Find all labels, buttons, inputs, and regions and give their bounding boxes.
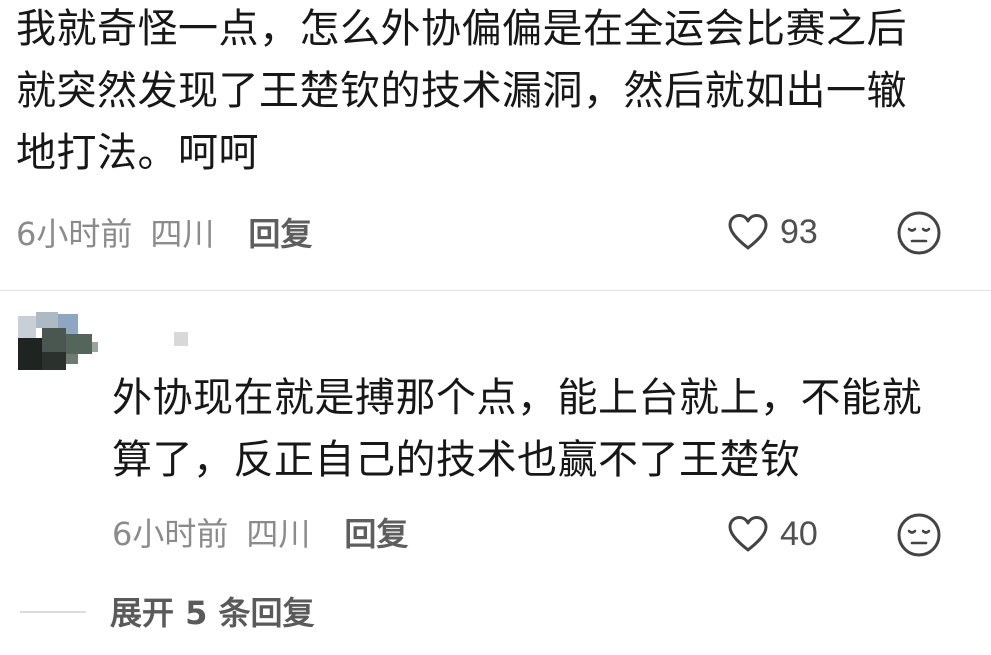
comment-1-location: 四川 <box>150 215 215 253</box>
comment-1-time: 6小时前 <box>16 215 133 253</box>
comment-2-location: 四川 <box>246 515 311 553</box>
comment-1-like-count: 93 <box>780 212 818 251</box>
comment-1-reply-button[interactable]: 回复 <box>248 209 312 255</box>
heart-outline-icon <box>726 514 770 554</box>
comment-2-like-button[interactable]: 40 <box>726 510 818 558</box>
comment-1-meta: 6小时前 四川 回复 <box>16 210 312 254</box>
comment-2-time: 6小时前 <box>112 515 229 553</box>
comment-1-text: 我就奇怪一点，怎么外协偏偏是在全运会比赛之后 就突然发现了王楚钦的技术漏洞，然后… <box>16 0 907 184</box>
comment-1-line-3: 地打法。呵呵 <box>16 130 259 176</box>
comment-2-meta: 6小时前 四川 回复 <box>112 510 408 554</box>
comment-2-reply-button[interactable]: 回复 <box>344 509 408 555</box>
unhappy-face-icon <box>896 513 942 562</box>
expand-replies-divider <box>20 611 86 613</box>
comment-2-line-2: 算了，反正自己的技术也赢不了王楚钦 <box>112 437 801 483</box>
comment-1-like-button[interactable]: 93 <box>726 208 818 256</box>
avatar[interactable] <box>18 312 98 370</box>
comment-2-text: 外协现在就是搏那个点，能上台就上，不能就 算了，反正自己的技术也赢不了王楚钦 <box>112 367 922 491</box>
heart-outline-icon <box>726 212 770 252</box>
username-blurred <box>174 332 188 346</box>
unhappy-face-icon <box>896 211 942 260</box>
comment-1-line-2: 就突然发现了王楚钦的技术漏洞，然后就如出一辙 <box>16 68 907 114</box>
comment-1-dislike-button[interactable] <box>896 210 942 256</box>
comment-2-line-1: 外协现在就是搏那个点，能上台就上，不能就 <box>112 375 922 421</box>
comment-2-like-count: 40 <box>780 514 818 553</box>
expand-replies-button[interactable]: 展开 5 条回复 <box>110 588 315 634</box>
comment-divider <box>0 290 991 291</box>
comment-1-line-1: 我就奇怪一点，怎么外协偏偏是在全运会比赛之后 <box>16 6 907 52</box>
comment-2-dislike-button[interactable] <box>896 512 942 558</box>
